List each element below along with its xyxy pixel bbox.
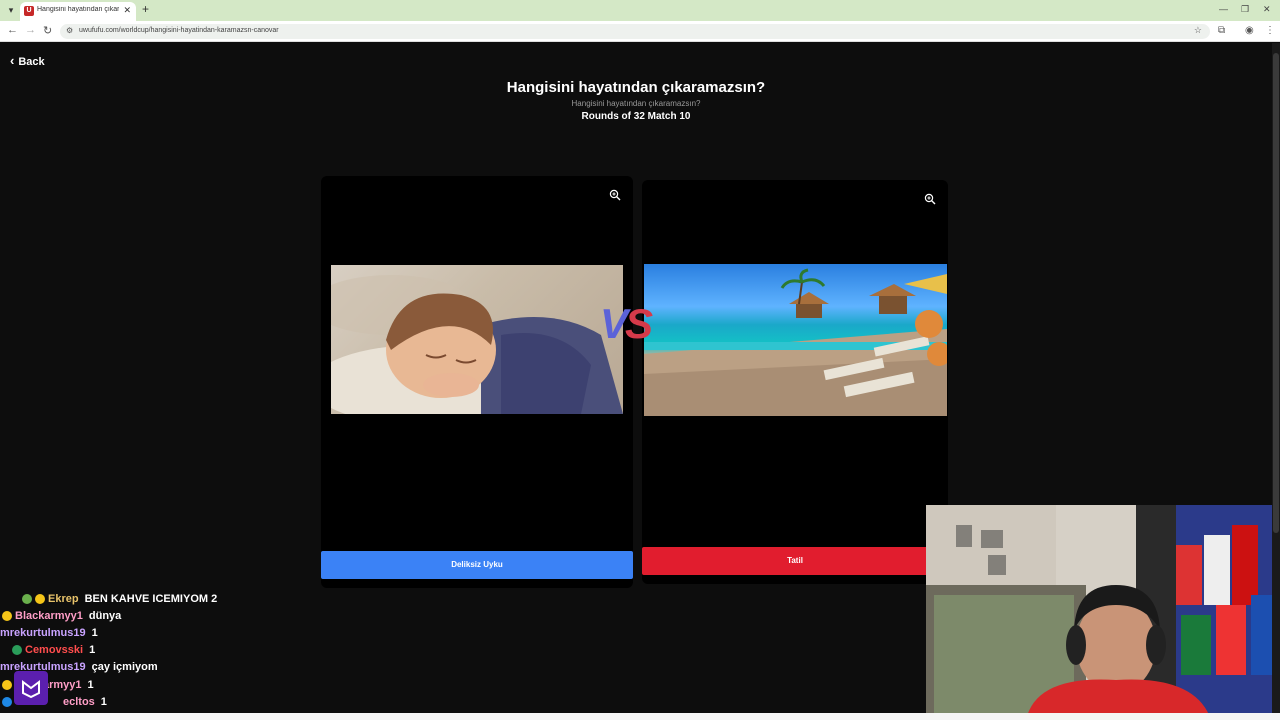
chat-message: Blackarmyy1 dünya — [2, 610, 121, 627]
extensions-icon[interactable]: ⧉ — [1218, 25, 1225, 36]
webcam-overlay — [926, 505, 1280, 720]
zoom-in-icon[interactable] — [924, 192, 936, 205]
coin-badge-icon — [2, 611, 12, 622]
forward-arrow-icon[interactable]: → — [25, 24, 36, 36]
url-text: uwufufu.com/worldcup/hangisini-hayatinda… — [79, 27, 279, 34]
tab-close-icon[interactable]: ✕ — [123, 5, 131, 16]
choose-right-button[interactable]: Tatil — [642, 547, 948, 575]
minimize-button[interactable]: — — [1219, 4, 1228, 14]
browser-toolbar: ← → ↻ ⚙ uwufufu.com/worldcup/hangisini-h… — [0, 21, 1280, 42]
site-favicon-icon: U — [24, 6, 34, 16]
chat-username: mrekurtulmus19 — [0, 627, 86, 639]
browser-tabbar: ▾ U Hangisini hayatından çıkarama... ✕ +… — [0, 0, 1280, 21]
sleeping-child-image[interactable] — [331, 265, 623, 414]
chat-username: ecltos — [63, 696, 95, 708]
chat-username: Blackarmyy1 — [15, 610, 83, 622]
chat-text: 1 — [89, 644, 96, 656]
status-bar — [0, 713, 1280, 720]
menu-icon[interactable]: ⋮ — [1265, 25, 1275, 36]
back-button[interactable]: ‹ Back — [10, 53, 45, 68]
sword-badge-icon — [2, 697, 12, 708]
chat-username: Cemovsski — [25, 644, 84, 656]
chat-text: dünya — [88, 610, 122, 622]
tropical-resort-image[interactable] — [644, 264, 947, 416]
reload-icon[interactable]: ↻ — [43, 24, 52, 37]
zoom-in-icon[interactable] — [609, 188, 621, 201]
site-info-icon[interactable]: ⚙ — [66, 26, 73, 35]
scrollbar-thumb[interactable] — [1273, 53, 1279, 533]
earth-badge-icon — [12, 645, 22, 656]
page-title: Hangisini hayatından çıkaramazsın? — [506, 79, 766, 96]
back-arrow-icon[interactable]: ← — [7, 24, 18, 36]
chat-username: Ekrep — [48, 593, 79, 605]
close-window-button[interactable]: ✕ — [1263, 4, 1271, 15]
vs-label: VS — [600, 300, 653, 347]
chat-text: 1 — [100, 696, 107, 708]
round-indicator: Rounds of 32 Match 10 — [581, 111, 691, 122]
choose-left-button[interactable]: Deliksiz Uyku — [321, 551, 633, 579]
chat-message: Cemovsski 1 — [12, 644, 95, 661]
page-subtitle: Hangisini hayatından çıkaramazsın? — [571, 99, 701, 108]
profile-icon[interactable]: ◉ — [1245, 25, 1254, 36]
restore-button[interactable]: ❐ — [1241, 4, 1249, 15]
chat-text: çay içmiyom — [91, 661, 158, 673]
chat-message: Ekrep BEN KAHVE ICEMIYOM 2 — [22, 593, 217, 610]
chat-username: armyy1 — [43, 679, 82, 691]
chat-text: 1 — [91, 627, 98, 639]
screen: ▾ U Hangisini hayatından çıkarama... ✕ +… — [0, 0, 1280, 720]
tab-title: Hangisini hayatından çıkarama... — [37, 6, 119, 13]
tab-search-icon[interactable]: ▾ — [4, 4, 18, 16]
page-scrollbar[interactable] — [1272, 43, 1280, 713]
chevron-left-icon: ‹ — [10, 53, 15, 68]
back-label: Back — [18, 56, 45, 68]
browser-tab[interactable]: U Hangisini hayatından çıkarama... ✕ — [20, 2, 136, 21]
gem-badge-icon — [22, 594, 32, 605]
bookmark-star-icon[interactable]: ☆ — [1194, 25, 1202, 36]
streamer-logo-icon — [14, 671, 48, 705]
chat-text: 1 — [87, 679, 94, 691]
new-tab-button[interactable]: + — [142, 2, 149, 16]
address-bar[interactable]: ⚙ uwufufu.com/worldcup/hangisini-hayatin… — [60, 24, 1210, 39]
chat-message: mrekurtulmus19 1 — [0, 627, 98, 644]
coin-badge-icon — [35, 594, 45, 605]
coin-badge-icon — [2, 680, 12, 691]
chat-text: BEN KAHVE ICEMIYOM 2 — [84, 593, 218, 605]
